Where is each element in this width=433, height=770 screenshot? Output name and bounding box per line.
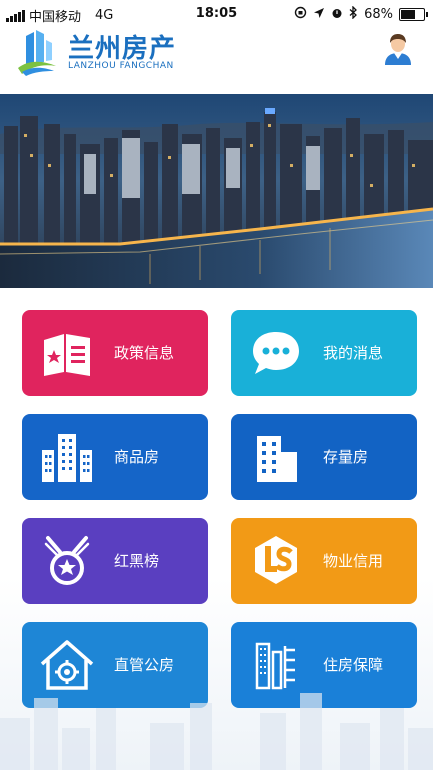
battery-icon [399, 8, 428, 21]
building-icon [257, 436, 297, 482]
battery-fill [401, 10, 415, 19]
app-header: 兰州房产 LANZHOU FANGCHAN [0, 28, 433, 94]
status-right: 68% [294, 5, 428, 23]
policy-icon [44, 334, 90, 376]
city-skyline-illustration [0, 94, 433, 288]
medal-icon [44, 536, 90, 585]
menu-policy-button[interactable]: 政策信息 [22, 310, 208, 396]
property-credit-icon [255, 536, 297, 584]
menu-existing-housing-label: 存量房 [323, 448, 369, 466]
menu-grid: 政策信息 我的消息 商品房 存量房 红黑榜 物业信用 直管公房 住房保障 [0, 288, 433, 770]
menu-existing-housing-button[interactable]: 存量房 [231, 414, 417, 500]
alarm-icon [331, 7, 343, 23]
status-bar: 中国移动 4G 18:05 68% [0, 0, 433, 28]
menu-property-credit-button[interactable]: 物业信用 [231, 518, 417, 604]
app-subtitle: LANZHOU FANGCHAN [68, 61, 174, 71]
menu-red-black-list-label: 红黑榜 [114, 552, 160, 570]
user-avatar-icon[interactable] [381, 31, 415, 65]
buildings-icon [42, 434, 92, 482]
city-banner-image [0, 94, 433, 288]
app-title: 兰州房产 [68, 34, 177, 64]
rotation-lock-icon [294, 6, 307, 23]
menu-property-credit-label: 物业信用 [323, 552, 384, 570]
menu-red-black-list-button[interactable]: 红黑榜 [22, 518, 208, 604]
menu-new-housing-button[interactable]: 商品房 [22, 414, 208, 500]
bluetooth-icon [349, 5, 358, 23]
menu-policy-label: 政策信息 [114, 344, 175, 362]
message-icon [253, 332, 299, 374]
menu-new-housing-label: 商品房 [114, 448, 160, 466]
menu-messages-label: 我的消息 [323, 344, 384, 362]
battery-percent: 68% [364, 7, 393, 22]
app-logo-icon [18, 30, 56, 76]
location-icon [313, 7, 325, 23]
menu-messages-button[interactable]: 我的消息 [231, 310, 417, 396]
skyline-watermark [0, 693, 433, 770]
